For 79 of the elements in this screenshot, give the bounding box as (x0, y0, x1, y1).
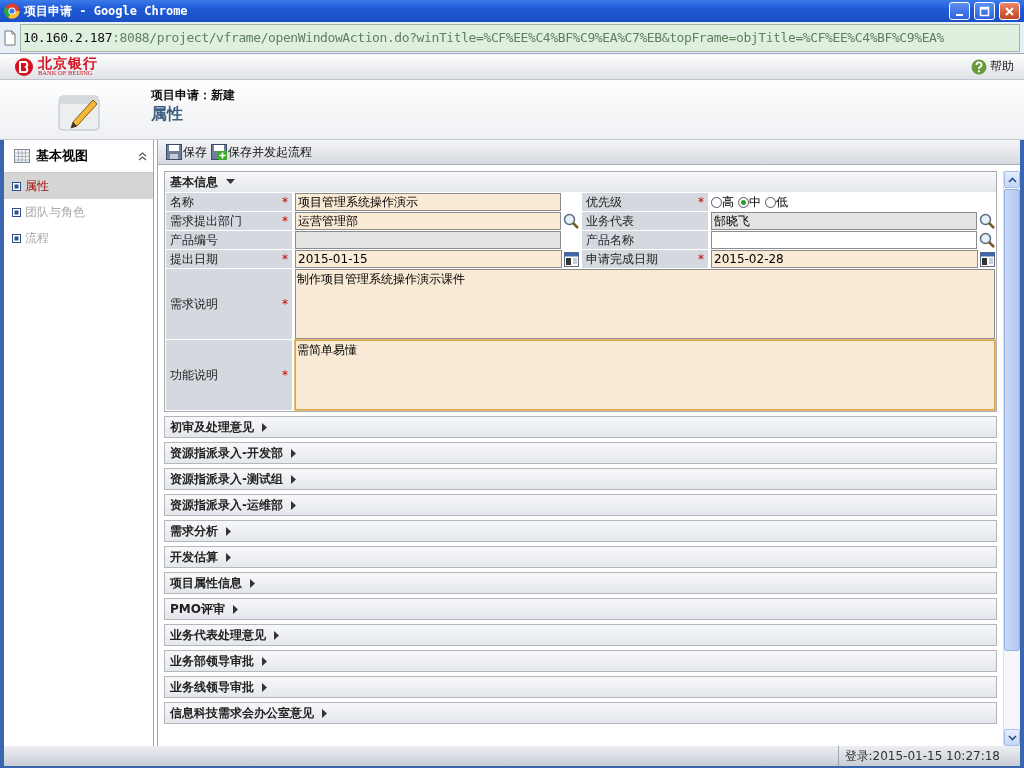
minimize-button[interactable] (949, 2, 970, 20)
scroll-down-button[interactable] (1004, 729, 1020, 746)
sidebar-item[interactable]: 属性 (4, 173, 153, 199)
required-mark: * (282, 195, 288, 209)
page-icon (4, 29, 16, 46)
field-label: 需求说明 (170, 295, 219, 313)
floppy-plus-icon (211, 144, 227, 160)
required-mark: * (282, 297, 288, 311)
window-title: 项目申请 - Google Chrome (24, 2, 189, 20)
lookup-field[interactable]: 运营管理部 (295, 212, 561, 230)
maximize-icon (979, 5, 990, 17)
field-label: 需求提出部门 (170, 212, 243, 230)
chevron-up-icon (1007, 176, 1017, 183)
page-subtitle: 属性 (151, 104, 184, 125)
bank-logo-icon (14, 56, 34, 77)
field-label: 功能说明 (170, 366, 219, 384)
text-field[interactable] (295, 231, 561, 249)
calendar-icon (564, 251, 579, 267)
required-mark: * (698, 252, 704, 266)
required-mark: * (282, 252, 288, 266)
text-field[interactable]: 项目管理系统操作演示 (295, 193, 561, 211)
date-field[interactable]: 2015-02-28 (711, 250, 978, 268)
bank-name: 北京银行 (38, 56, 98, 71)
section-header[interactable]: 资源指派录入-运维部 (165, 495, 996, 515)
radio-option[interactable]: 中 (738, 193, 761, 211)
search-icon (979, 213, 995, 229)
toolbar-button[interactable]: 保存并发起流程 (211, 143, 312, 161)
scroll-up-button[interactable] (1004, 171, 1020, 188)
section-header[interactable]: 资源指派录入-测试组 (165, 469, 996, 489)
required-mark: * (282, 368, 288, 382)
section-header[interactable]: 需求分析 (165, 521, 996, 541)
section-header[interactable]: 资源指派录入-开发部 (165, 443, 996, 463)
sidebar-title: 基本视图 (36, 147, 89, 165)
section-header[interactable]: 业务部领导审批 (165, 651, 996, 671)
section-header[interactable]: 基本信息 (165, 172, 996, 192)
section-header[interactable]: 信息科技需求会办公室意见 (165, 703, 996, 723)
lookup-field[interactable]: 郜晓飞 (711, 212, 977, 230)
section-header[interactable]: 业务线领导审批 (165, 677, 996, 697)
section-header[interactable]: 开发估算 (165, 547, 996, 567)
field-label: 名称 (170, 193, 195, 211)
required-mark: * (282, 214, 288, 228)
bullet-icon (12, 207, 21, 217)
section-header[interactable]: PMO评审 (165, 599, 996, 619)
help-link[interactable]: 帮助 (990, 58, 1014, 75)
field-label: 产品编号 (170, 231, 219, 249)
browser-logo-icon (4, 3, 20, 19)
field-label: 产品名称 (586, 231, 635, 249)
radio-option[interactable]: 高 (711, 193, 734, 211)
radio-option[interactable]: 低 (765, 193, 788, 211)
page-title: 项目申请：新建 (151, 87, 235, 104)
field-label: 业务代表 (586, 212, 635, 230)
toolbar-button[interactable]: 保存 (166, 143, 207, 161)
address-field[interactable]: 10.160.2.187:8088/project/vframe/openWindowAction.do?winTitle=%CF%EE%C4%BF%C9%EA%C7%EB&topFrame=objTitle=%CF%EE%C4%BF%C9%EA% (20, 23, 1020, 52)
double-chevron-up-icon (138, 151, 147, 161)
field-label: 提出日期 (170, 250, 219, 268)
required-mark: * (698, 195, 704, 209)
collapse-button[interactable] (138, 151, 147, 161)
date-field[interactable]: 2015-01-15 (295, 250, 562, 268)
search-icon (563, 213, 579, 229)
section-header[interactable]: 初审及处理意见 (165, 417, 996, 437)
bullet-icon (12, 233, 21, 243)
help-icon (971, 58, 987, 75)
close-icon (1004, 5, 1015, 17)
login-time: 登录:2015-01-15 10:27:18 (837, 746, 1020, 766)
table-icon (14, 149, 30, 163)
field-label: 申请完成日期 (586, 250, 659, 268)
maximize-button[interactable] (974, 2, 995, 20)
field-label: 优先级 (586, 193, 623, 211)
section-header[interactable]: 项目属性信息 (165, 573, 996, 593)
text-area[interactable]: 制作项目管理系统操作演示课件 (295, 269, 995, 339)
search-icon (979, 232, 995, 248)
chevron-down-icon (1007, 734, 1017, 741)
scrollbar-thumb[interactable] (1004, 189, 1020, 651)
minimize-icon (956, 13, 963, 16)
text-area[interactable]: 需简单易懂 (295, 340, 995, 410)
lookup-field[interactable] (711, 231, 977, 249)
close-button[interactable] (999, 2, 1020, 20)
bullet-icon (12, 181, 21, 191)
section-header[interactable]: 业务代表处理意见 (165, 625, 996, 645)
